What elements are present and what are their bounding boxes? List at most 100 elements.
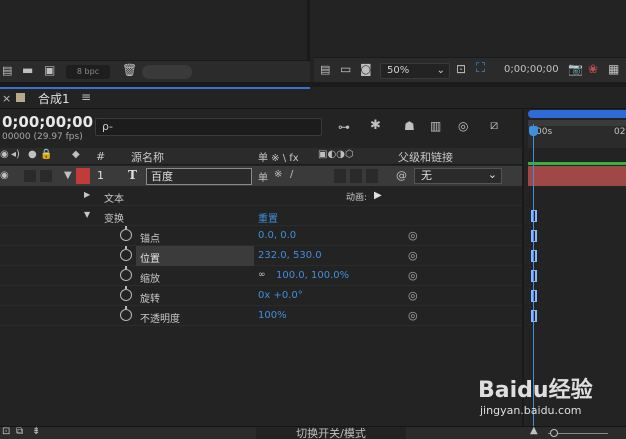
eye-icon[interactable]: ◉ bbox=[0, 149, 9, 160]
layer-number-header[interactable]: # bbox=[96, 150, 105, 163]
time-ruler[interactable]: 00s 02 bbox=[528, 120, 626, 148]
expand-layer-chevron-icon[interactable]: ▼ bbox=[64, 170, 72, 181]
watermark-main: Baidu经验 bbox=[478, 378, 593, 403]
keyframe-marker[interactable] bbox=[531, 270, 537, 282]
motion-blur-switch[interactable] bbox=[350, 169, 362, 183]
shy-switch-icon[interactable]: 单 bbox=[258, 169, 268, 184]
region-of-interest-icon[interactable]: ⊡ bbox=[456, 62, 466, 76]
new-composition-icon[interactable]: ▣ bbox=[44, 63, 55, 77]
current-timecode[interactable]: 0;00;00;00 bbox=[2, 113, 93, 131]
keyframe-marker[interactable] bbox=[531, 250, 537, 262]
stopwatch-icon[interactable] bbox=[120, 266, 132, 281]
3d-layer-switch[interactable] bbox=[366, 169, 378, 183]
layer-label-color[interactable] bbox=[76, 168, 90, 184]
audio-icon[interactable]: ◂) bbox=[11, 149, 20, 160]
keyframe-marker[interactable] bbox=[531, 210, 537, 222]
layer-lock-toggle[interactable] bbox=[40, 170, 52, 182]
expression-spiral-icon[interactable]: ◎ bbox=[408, 309, 418, 322]
property-row-anchor[interactable]: 锚点 0.0, 0.0 ◎ bbox=[0, 226, 522, 246]
source-name-header[interactable]: 源名称 bbox=[131, 149, 164, 165]
zoom-select[interactable]: 50% ⌄ bbox=[380, 63, 450, 79]
property-value[interactable]: 232.0, 530.0 bbox=[258, 250, 322, 261]
switches-header[interactable]: 单 ※ \ fx bbox=[258, 149, 299, 164]
quality-switch-icon[interactable]: / bbox=[290, 169, 293, 180]
expression-spiral-icon[interactable]: ◎ bbox=[408, 289, 418, 302]
property-row-position[interactable]: 位置 232.0, 530.0 ◎ bbox=[0, 246, 522, 266]
bit-depth-button[interactable]: 8 bpc bbox=[66, 65, 110, 79]
property-label: 旋转 bbox=[140, 294, 160, 305]
keyframe-marker[interactable] bbox=[531, 290, 537, 302]
time-navigator-bar[interactable] bbox=[528, 110, 626, 118]
expand-chevron-icon[interactable]: ▶ bbox=[84, 190, 90, 199]
property-value[interactable]: 0.0, 0.0 bbox=[258, 230, 296, 241]
expression-spiral-icon[interactable]: ◎ bbox=[408, 269, 418, 282]
frame-blending-icon[interactable]: ▥ bbox=[430, 119, 441, 133]
collapse-chevron-icon[interactable]: ▼ bbox=[84, 210, 90, 219]
constrain-proportions-link-icon[interactable]: ∞ bbox=[258, 270, 266, 280]
property-row-opacity[interactable]: 不透明度 100% ◎ bbox=[0, 306, 522, 326]
transform-group-row[interactable]: ▼ 变换 重置 bbox=[0, 206, 522, 226]
pick-whip-icon[interactable]: @ bbox=[396, 169, 407, 182]
viewer-timecode[interactable]: 0;00;00;00 bbox=[504, 64, 559, 75]
snapshot-camera-icon[interactable]: 📷 bbox=[568, 62, 583, 76]
toggle-switches-modes-button[interactable]: 切换开关/模式 bbox=[256, 427, 406, 439]
tab-menu-icon[interactable]: ≡ bbox=[81, 90, 91, 104]
work-area-bar[interactable] bbox=[528, 162, 626, 165]
viewer-toolbar: ▤ ▭ ◙ 50% ⌄ ⊡ ⛶ 0;00;00;00 📷 ❀ ▦ bbox=[314, 57, 626, 82]
label-tag-icon[interactable]: ◆ bbox=[72, 149, 80, 160]
solo-icon[interactable]: ● bbox=[28, 149, 37, 160]
graph-editor-icon[interactable]: ⧄ bbox=[490, 118, 498, 133]
layer-search-input[interactable]: ρ- bbox=[95, 118, 322, 136]
timeline-tab-bar: × 合成1 ≡ bbox=[0, 87, 626, 109]
new-folder-icon[interactable]: ▬ bbox=[22, 63, 33, 77]
layer-name-field[interactable]: 百度 bbox=[146, 168, 252, 185]
tab-composition[interactable]: 合成1 bbox=[38, 90, 70, 107]
keyframe-marker[interactable] bbox=[531, 310, 537, 322]
show-channel-icon[interactable]: ❀ bbox=[588, 62, 598, 76]
layer-visibility-eye-icon[interactable]: ◉ bbox=[0, 170, 9, 181]
collapse-switch-icon[interactable]: ※ bbox=[274, 169, 282, 180]
expression-spiral-icon[interactable]: ◎ bbox=[408, 249, 418, 262]
in-out-icon[interactable]: ⇟ bbox=[32, 426, 40, 437]
stopwatch-icon[interactable] bbox=[120, 226, 132, 241]
parent-link-header[interactable]: 父级和链接 bbox=[398, 149, 453, 165]
transparency-grid-icon[interactable]: ⛶ bbox=[476, 61, 485, 76]
trash-icon[interactable]: 🗑 bbox=[122, 63, 137, 77]
motion-blur-icon[interactable]: ◎ bbox=[458, 119, 468, 133]
reset-link[interactable]: 重置 bbox=[258, 210, 278, 225]
interpret-footage-icon[interactable]: ▤ bbox=[2, 64, 12, 77]
comp-flowchart-icon[interactable]: ⊶ bbox=[338, 120, 350, 134]
keyframe-marker[interactable] bbox=[531, 230, 537, 242]
text-group-row[interactable]: ▶ 文本 动画: ▶ bbox=[0, 186, 522, 206]
effect-switch[interactable] bbox=[334, 169, 346, 183]
stopwatch-icon[interactable] bbox=[120, 306, 132, 321]
stopwatch-icon[interactable] bbox=[120, 286, 132, 301]
animate-label: 动画: bbox=[346, 193, 368, 203]
property-value[interactable]: 0x +0.0° bbox=[258, 290, 303, 301]
baidu-watermark: Baidu经验 jingyan.baidu.com bbox=[478, 372, 618, 432]
transfer-controls-icon[interactable]: ⧉ bbox=[16, 426, 23, 437]
shy-layers-icon[interactable]: ☗ bbox=[404, 119, 415, 133]
layer-switches-icon[interactable]: ⊡ bbox=[2, 426, 10, 437]
project-scrollbar[interactable] bbox=[142, 65, 192, 79]
resolution-icon[interactable]: ▦ bbox=[608, 62, 619, 76]
parent-select[interactable]: 无 ⌄ bbox=[414, 168, 502, 184]
expression-spiral-icon[interactable]: ◎ bbox=[408, 229, 418, 242]
close-tab-icon[interactable]: × bbox=[2, 92, 11, 105]
layer-row[interactable]: ◉ ▼ 1 T 百度 单 ※ / @ 无 ⌄ bbox=[0, 166, 522, 186]
lock-icon[interactable]: 🔒 bbox=[40, 149, 52, 160]
property-value[interactable]: 100% bbox=[258, 310, 287, 321]
property-row-scale[interactable]: 缩放 ∞ 100.0, 100.0% ◎ bbox=[0, 266, 522, 286]
stopwatch-icon[interactable] bbox=[120, 246, 132, 261]
always-preview-icon[interactable]: ▤ bbox=[320, 63, 330, 76]
monitor-icon[interactable]: ▭ bbox=[340, 62, 351, 76]
property-row-rotation[interactable]: 旋转 0x +0.0° ◎ bbox=[0, 286, 522, 306]
layer-duration-bar[interactable] bbox=[528, 166, 626, 186]
playhead-handle[interactable] bbox=[529, 126, 538, 136]
layer-audio-toggle[interactable] bbox=[24, 170, 36, 182]
mask-visibility-icon[interactable]: ◙ bbox=[360, 62, 372, 76]
draft-3d-icon[interactable]: ✱ bbox=[370, 118, 381, 133]
animate-play-icon[interactable]: ▶ bbox=[374, 190, 382, 201]
property-value[interactable]: 100.0, 100.0% bbox=[276, 270, 349, 281]
frame-rate-label: 00000 (29.97 fps) bbox=[2, 132, 83, 142]
